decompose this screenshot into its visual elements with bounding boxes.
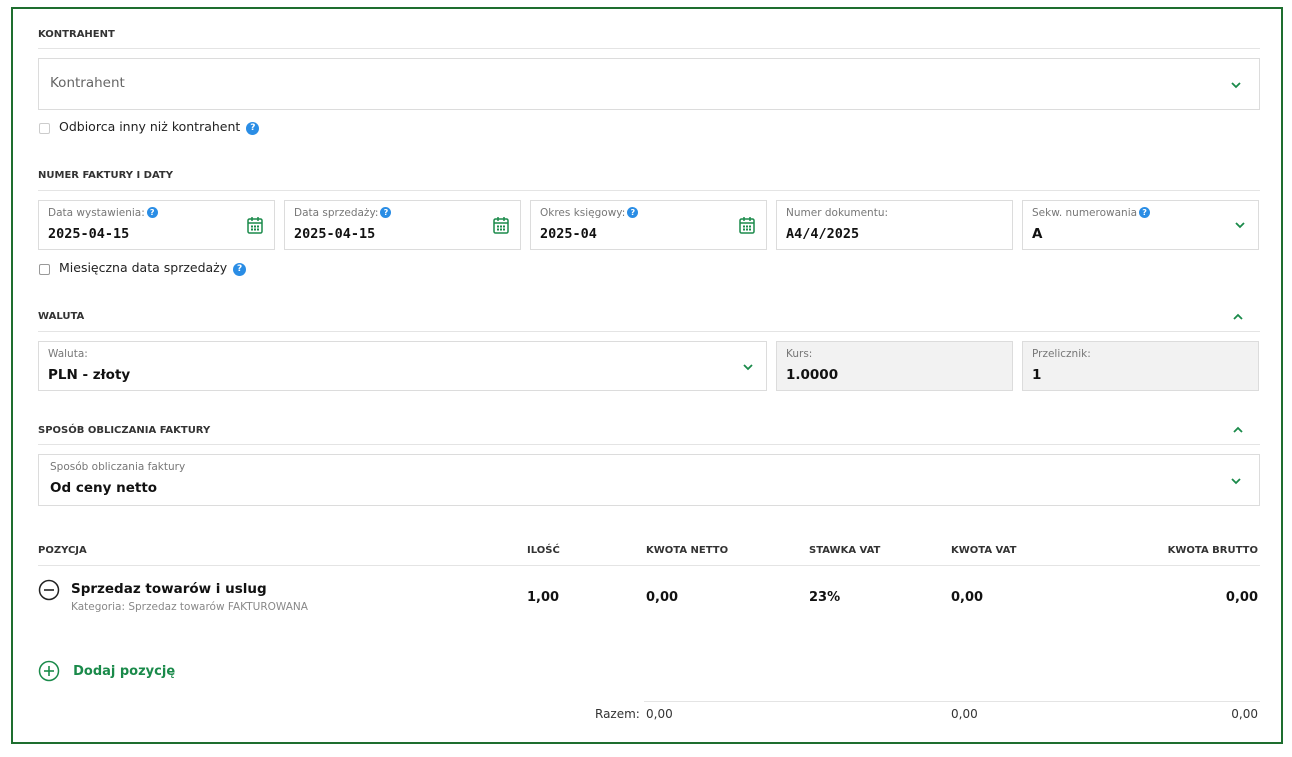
monthly-sale-date-checkbox[interactable] — [39, 264, 50, 275]
totals-divider — [644, 701, 1260, 702]
help-icon[interactable]: ? — [627, 207, 639, 218]
section-divider — [38, 331, 1260, 332]
accounting-period-label: Okres księgowy: — [540, 207, 626, 219]
totals-gross: 0,00 — [1231, 707, 1258, 721]
exchange-rate-field: Kurs: 1.0000 — [776, 341, 1013, 391]
item-quantity[interactable]: 1,00 — [527, 590, 559, 605]
totals-label: Razem: — [595, 707, 640, 721]
currency-label: Waluta: — [48, 348, 88, 360]
converter-value: 1 — [1032, 367, 1042, 383]
plus-circle-icon — [38, 660, 60, 682]
section-divider — [38, 444, 1260, 445]
header-gross-amount: KWOTA BRUTTO — [1167, 545, 1258, 556]
exchange-rate-label: Kurs: — [786, 348, 813, 360]
other-recipient-checkbox[interactable] — [39, 123, 50, 134]
exchange-rate-value: 1.0000 — [786, 367, 839, 383]
remove-item-icon[interactable] — [38, 579, 60, 601]
currency-section-title: WALUTA — [38, 311, 85, 322]
currency-value: PLN - złoty — [48, 367, 131, 383]
issue-date-label: Data wystawienia: — [48, 207, 145, 219]
header-quantity: ILOŚĆ — [527, 545, 560, 556]
item-vat: 0,00 — [951, 590, 984, 605]
totals-net: 0,00 — [646, 707, 673, 721]
kontrahent-select[interactable]: Kontrahent — [38, 58, 1260, 110]
calculation-method-value: Od ceny netto — [50, 480, 158, 496]
chevron-down-icon — [1231, 478, 1241, 485]
accounting-period-value: 2025-04 — [540, 226, 597, 242]
help-icon[interactable]: ? — [246, 122, 260, 135]
item-category: Kategoria: Sprzedaz towarów FAKTUROWANA — [71, 601, 308, 613]
header-net-amount: KWOTA NETTO — [646, 545, 729, 556]
converter-field: Przelicznik: 1 — [1022, 341, 1259, 391]
numbering-section-title: NUMER FAKTURY I DATY — [38, 170, 173, 181]
item-net[interactable]: 0,00 — [646, 590, 678, 605]
header-position: POZYCJA — [38, 545, 87, 556]
item-gross[interactable]: 0,00 — [1226, 590, 1258, 605]
document-number-value: A4/4/2025 — [786, 226, 860, 242]
section-divider — [38, 190, 1260, 191]
calculation-section-title: SPOSÓB OBLICZANIA FAKTURY — [38, 425, 211, 436]
item-name[interactable]: Sprzedaz towarów i uslug — [71, 581, 267, 597]
header-vat-rate: STAWKA VAT — [809, 545, 881, 556]
add-item-button[interactable]: Dodaj pozycję — [38, 660, 175, 682]
help-icon[interactable]: ? — [1139, 207, 1151, 218]
chevron-up-icon[interactable] — [1231, 423, 1245, 437]
currency-select[interactable]: Waluta: PLN - złoty — [38, 341, 767, 391]
converter-label: Przelicznik: — [1032, 348, 1091, 360]
kontrahent-section-title: KONTRAHENT — [38, 29, 115, 40]
invoice-form-frame: KONTRAHENT Kontrahent Odbiorca inny niż … — [11, 7, 1283, 744]
issue-date-field[interactable]: Data wystawienia:? 2025-04-15 — [38, 200, 275, 250]
calendar-icon[interactable] — [493, 216, 509, 234]
accounting-period-field[interactable]: Okres księgowy:? 2025-04 — [530, 200, 767, 250]
calendar-icon[interactable] — [739, 216, 755, 234]
chevron-up-icon[interactable] — [1231, 310, 1245, 324]
kontrahent-placeholder: Kontrahent — [50, 75, 125, 91]
numbering-sequence-select[interactable]: Sekw. numerowania? A — [1022, 200, 1259, 250]
sale-date-value: 2025-04-15 — [294, 226, 376, 242]
totals-vat: 0,00 — [951, 707, 978, 721]
sale-date-label: Data sprzedaży: — [294, 207, 379, 219]
monthly-sale-date-text: Miesięczna data sprzedaży — [59, 260, 228, 275]
numbering-sequence-value: A — [1032, 226, 1043, 242]
header-vat-amount: KWOTA VAT — [951, 545, 1017, 556]
calculation-method-select[interactable]: Sposób obliczania faktury Od ceny netto — [38, 454, 1260, 506]
calculation-method-label: Sposób obliczania faktury — [50, 461, 186, 473]
chevron-down-icon — [1231, 82, 1241, 89]
sale-date-field[interactable]: Data sprzedaży:? 2025-04-15 — [284, 200, 521, 250]
help-icon[interactable]: ? — [233, 263, 247, 276]
document-number-field[interactable]: Numer dokumentu: A4/4/2025 — [776, 200, 1013, 250]
chevron-down-icon — [743, 364, 753, 371]
other-recipient-label: Odbiorca inny niż kontrahent ? — [59, 119, 260, 135]
other-recipient-text: Odbiorca inny niż kontrahent — [59, 119, 241, 134]
help-icon[interactable]: ? — [380, 207, 392, 218]
add-item-label: Dodaj pozycję — [73, 663, 176, 679]
calendar-icon[interactable] — [247, 216, 263, 234]
chevron-down-icon — [1235, 222, 1245, 229]
help-icon[interactable]: ? — [146, 207, 158, 218]
section-divider — [38, 48, 1260, 49]
document-number-label: Numer dokumentu: — [786, 207, 889, 219]
item-vat-rate[interactable]: 23% — [809, 590, 840, 605]
issue-date-value: 2025-04-15 — [48, 226, 130, 242]
table-header-divider — [38, 565, 1260, 566]
monthly-sale-date-label: Miesięczna data sprzedaży ? — [59, 260, 247, 276]
numbering-sequence-label: Sekw. numerowania — [1032, 207, 1138, 219]
